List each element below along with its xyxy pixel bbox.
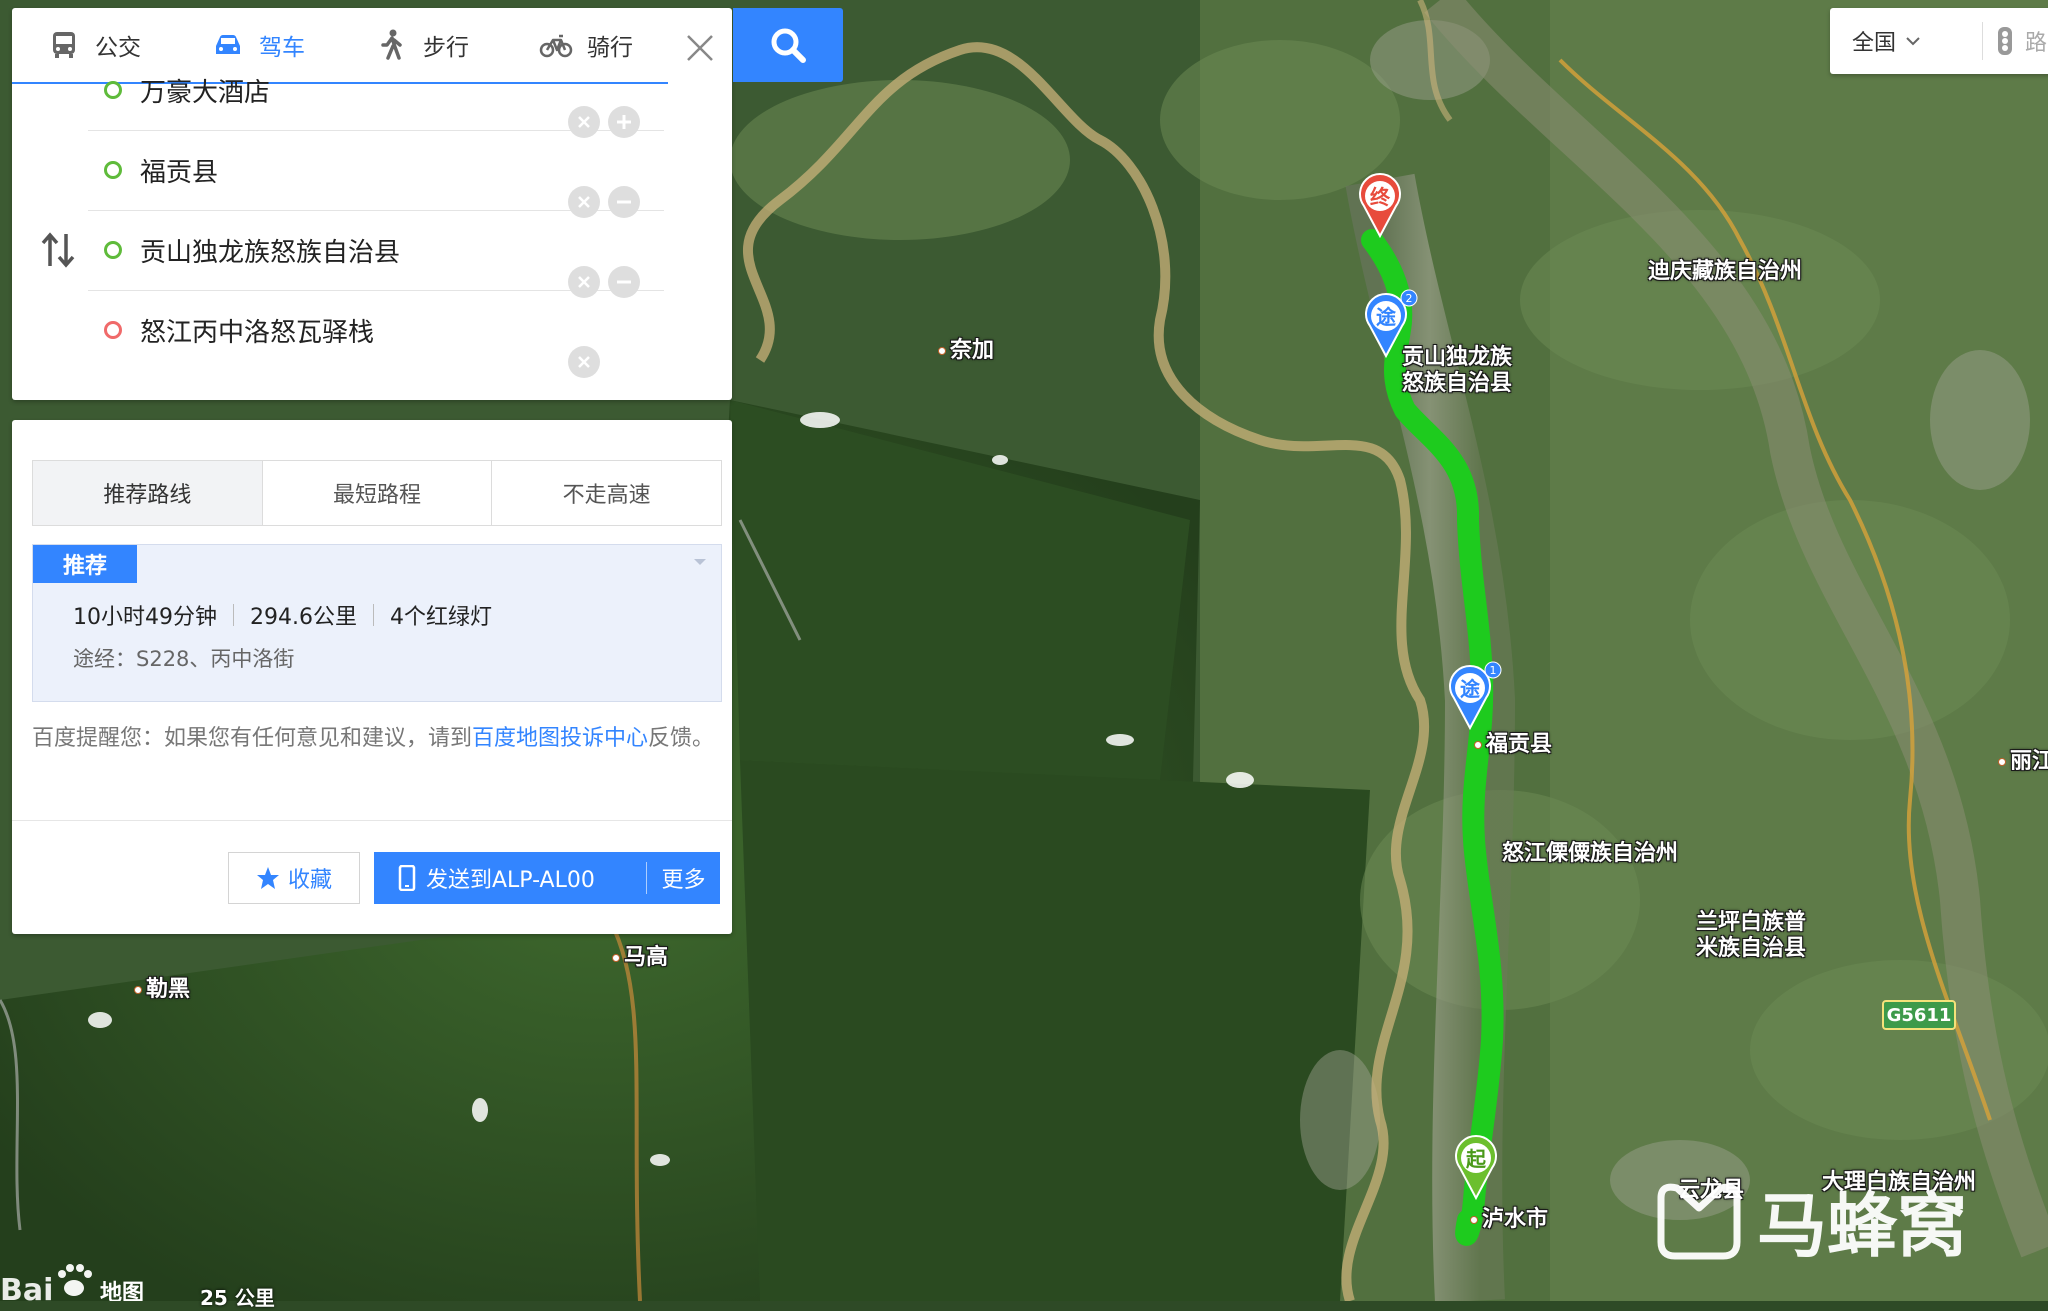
via-marker-2-index: 2 — [1406, 292, 1413, 305]
map-label-nujiang-prefecture: 怒江傈僳族自治州 — [1502, 841, 1679, 866]
logo-text: 地图 — [100, 1281, 144, 1301]
route-duration: 10小时49分钟 — [73, 605, 217, 630]
clear-icon — [578, 276, 590, 288]
tab-shortest-route[interactable]: 最短路程 — [263, 461, 493, 525]
recommended-badge: 推荐 — [33, 545, 137, 583]
clear-icon — [578, 116, 590, 128]
search-icon — [771, 28, 806, 63]
close-button[interactable] — [680, 28, 720, 68]
route-input-panel: 公交 驾车 步行 骑行 — [12, 8, 732, 400]
traffic-toggle[interactable]: 路况 — [1983, 25, 2048, 57]
more-button[interactable]: 更多 — [647, 862, 720, 894]
watermark-text: 马蜂窝 — [1757, 1185, 1967, 1267]
via-marker-2[interactable]: 途 2 — [1362, 288, 1422, 358]
feedback-notice: 百度提醒您：如果您有任何意见和建议，请到百度地图投诉中心反馈。 — [32, 720, 722, 758]
map-label-lijiang: 丽江 — [1998, 743, 2048, 775]
map-label-naijia: 奈加 — [938, 332, 994, 364]
map-label-lanping: 兰坪白族普 米族自治县 — [1696, 910, 1807, 961]
traffic-label: 路况 — [2025, 31, 2048, 56]
route-via: 途经：S228、丙中洛街 — [73, 647, 295, 671]
end-marker-label: 终 — [1370, 185, 1391, 209]
via-2-input[interactable] — [140, 235, 580, 265]
map-controls: 全国 路况 — [1830, 8, 2048, 74]
mafengwo-watermark: 马蜂窝 — [1657, 1183, 1967, 1267]
send-to-phone-button[interactable]: 发送到ALP-AL00 更多 — [374, 852, 720, 904]
phone-icon — [398, 865, 416, 891]
end-input[interactable] — [140, 315, 580, 345]
stats-divider — [372, 604, 374, 626]
close-icon — [687, 35, 713, 61]
region-select[interactable]: 全国 — [1830, 25, 1982, 57]
start-marker-label: 起 — [1465, 1147, 1487, 1171]
chevron-down-icon — [1906, 37, 1920, 46]
start-input[interactable] — [140, 75, 580, 105]
baidu-logo: Bai 地图 — [0, 1264, 144, 1301]
end-dot-icon — [104, 321, 122, 339]
star-icon — [256, 867, 279, 889]
minus-icon — [617, 200, 631, 204]
favorite-label: 收藏 — [287, 868, 332, 893]
map-label-magao: 马高 — [612, 939, 668, 971]
via-marker-1-index: 1 — [1490, 664, 1497, 677]
start-dot-icon — [104, 81, 122, 99]
plus-icon — [617, 115, 631, 129]
region-label: 全国 — [1852, 31, 1897, 56]
highway-shield: G5611 — [1882, 1000, 1956, 1030]
search-button[interactable] — [733, 8, 843, 82]
via-dot-icon — [104, 241, 122, 259]
clear-icon — [578, 356, 590, 368]
traffic-light-icon — [1998, 27, 2012, 55]
send-to-phone-main[interactable]: 发送到ALP-AL00 — [374, 852, 646, 904]
route-detail-panel: 推荐路线 最短路程 不走高速 推荐 10小时49分钟 294.6公里 4个红绿灯… — [12, 420, 732, 934]
route-distance: 294.6公里 — [250, 605, 357, 630]
start-marker[interactable]: 起 — [1452, 1130, 1500, 1200]
scale-bar: 25 公里 — [200, 1286, 275, 1310]
tab-recommended-route[interactable]: 推荐路线 — [33, 461, 263, 525]
feedback-suffix: 反馈。 — [648, 726, 715, 751]
via-marker-1[interactable]: 途 1 — [1446, 660, 1506, 730]
stats-divider — [233, 604, 234, 626]
route-preference-tabs: 推荐路线 最短路程 不走高速 — [32, 460, 722, 526]
route-card[interactable]: 推荐 10小时49分钟 294.6公里 4个红绿灯 途经：S228、丙中洛街 — [32, 544, 722, 702]
minus-icon — [617, 280, 631, 284]
end-marker[interactable]: 终 — [1356, 170, 1404, 238]
via-1-input[interactable] — [140, 155, 580, 185]
via-dot-icon — [104, 161, 122, 179]
clear-end-button[interactable] — [568, 346, 600, 378]
map-label-lehei: 勒黑 — [134, 971, 190, 1003]
feedback-prefix: 百度提醒您：如果您有任何意见和建议，请到 — [32, 726, 473, 751]
tab-avoid-highway[interactable]: 不走高速 — [492, 461, 721, 525]
map-label-lushui: 泸水市 — [1470, 1201, 1548, 1233]
svg-text:Bai: Bai — [0, 1273, 53, 1301]
map-label-fugong: 福贡县 — [1474, 726, 1552, 758]
swap-stops-icon[interactable] — [40, 230, 76, 270]
clear-icon — [578, 196, 590, 208]
map-label-diqing: 迪庆藏族自治州 — [1648, 259, 1803, 284]
route-traffic-lights: 4个红绿灯 — [389, 605, 492, 630]
via-marker-1-label: 途 — [1460, 677, 1481, 701]
chevron-down-icon[interactable] — [693, 557, 707, 567]
divider — [12, 820, 732, 821]
bus-icon — [53, 32, 75, 58]
favorite-button[interactable]: 收藏 — [228, 852, 360, 904]
complaint-center-link[interactable]: 百度地图投诉中心 — [472, 726, 648, 751]
send-label: 发送到ALP-AL00 — [426, 868, 595, 893]
via-marker-2-label: 途 — [1376, 305, 1397, 329]
route-stats: 10小时49分钟 294.6公里 4个红绿灯 — [73, 599, 492, 631]
